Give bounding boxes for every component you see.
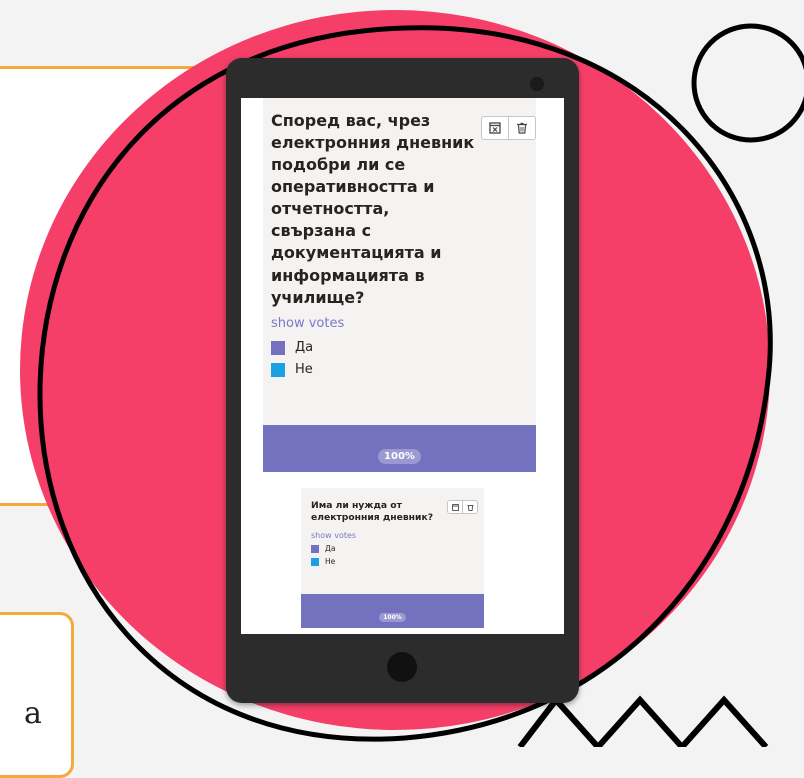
poll-option-no: Не (271, 362, 313, 377)
option-color-swatch (271, 362, 285, 377)
black-circle-outline (691, 23, 804, 143)
poll-option-no: Не (311, 557, 335, 566)
poll-option-yes: Да (271, 340, 313, 355)
vote-result-bar: 100% (263, 425, 536, 472)
option-label: Не (325, 557, 336, 566)
option-color-swatch (271, 340, 285, 355)
trash-icon[interactable] (508, 117, 535, 139)
poll-toolbar (447, 500, 478, 514)
option-color-swatch (311, 544, 319, 553)
camera-dot (530, 77, 544, 91)
option-label: Да (295, 340, 314, 355)
poll-toolbar (481, 116, 536, 140)
result-percent-badge: 100% (379, 613, 406, 622)
home-button[interactable] (387, 652, 417, 682)
close-window-icon[interactable] (448, 501, 462, 513)
poll-option-yes: Да (311, 544, 335, 553)
close-window-icon[interactable] (482, 117, 508, 139)
phone-screen: Според вас, чрез електронния дневник под… (241, 98, 564, 634)
result-percent-badge: 100% (378, 449, 421, 464)
option-label: Не (295, 362, 313, 377)
option-label: Да (325, 544, 336, 553)
zigzag-line (517, 695, 769, 747)
poll-question: Според вас, чрез електронния дневник под… (271, 111, 475, 307)
option-color-swatch (311, 557, 319, 566)
vote-result-bar: 100% (301, 594, 484, 628)
phone-mockup: Според вас, чрез електронния дневник под… (226, 58, 579, 703)
trash-icon[interactable] (462, 501, 477, 513)
show-votes-link[interactable]: show votes (271, 316, 344, 331)
show-votes-link[interactable]: show votes (311, 531, 356, 540)
poll-card: Според вас, чрез електронния дневник под… (263, 98, 536, 425)
poll-question: Има ли нужда от електронния дневник? (311, 500, 434, 523)
